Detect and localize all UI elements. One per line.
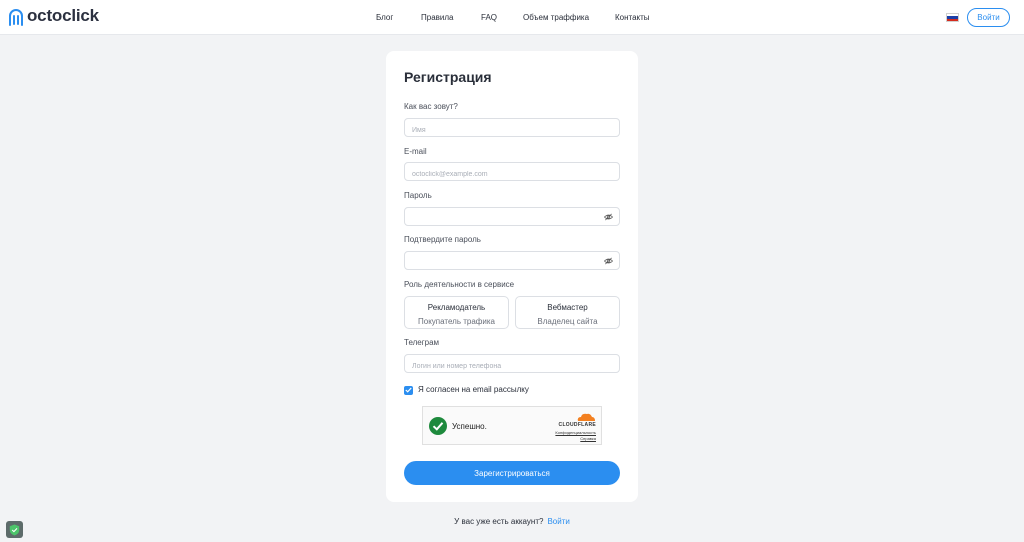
role-advertiser-option[interactable]: Рекламодатель Покупатель трафика <box>404 296 509 329</box>
eye-off-icon[interactable] <box>604 257 613 265</box>
nav-link-rules[interactable]: Правила <box>421 12 481 24</box>
newsletter-option: Я согласен на email рассылку <box>404 385 529 395</box>
cloudflare-brand: CLOUDFLARE <box>558 422 596 428</box>
shield-icon[interactable] <box>6 521 23 538</box>
password-field-wrapper <box>404 207 620 228</box>
telegram-field[interactable] <box>405 358 619 375</box>
nav-link-blog[interactable]: Блог <box>376 12 421 24</box>
logo-icon <box>9 9 23 26</box>
role-webmaster-option[interactable]: Вебмастер Владелец сайта <box>515 296 620 329</box>
captcha-status: Успешно. <box>452 422 487 431</box>
password-field[interactable] <box>405 211 619 228</box>
password-label: Пароль <box>404 191 432 200</box>
captcha-help-link[interactable]: Справка <box>580 436 596 441</box>
success-check-icon <box>429 417 447 435</box>
nav-link-faq[interactable]: FAQ <box>481 12 523 24</box>
email-field-wrapper <box>404 162 620 183</box>
cloudflare-icon <box>577 413 595 421</box>
name-field[interactable] <box>405 122 619 139</box>
role-subtitle: Владелец сайта <box>537 317 598 326</box>
role-title: Вебмастер <box>547 303 588 312</box>
confirm-password-field[interactable] <box>405 255 619 272</box>
page-title: Регистрация <box>404 69 492 85</box>
nav-link-contacts[interactable]: Контакты <box>615 12 650 24</box>
checkmark-icon <box>405 387 412 393</box>
top-bar: octoclick Блог Правила FAQ Объем траффик… <box>0 0 1024 35</box>
main-nav: Блог Правила FAQ Объем траффика Контакты <box>376 12 650 24</box>
captcha-widget: Успешно. CLOUDFLARE Конфиденциальность С… <box>422 406 602 445</box>
telegram-field-wrapper <box>404 354 620 375</box>
newsletter-checkbox[interactable] <box>404 385 413 395</box>
email-label: E-mail <box>404 147 427 156</box>
newsletter-label: Я согласен на email рассылку <box>418 385 529 394</box>
name-label: Как вас зовут? <box>404 102 458 111</box>
confirm-password-field-wrapper <box>404 251 620 272</box>
login-link[interactable]: Войти <box>547 517 569 526</box>
telegram-label: Телеграм <box>404 338 440 347</box>
email-field[interactable] <box>405 166 619 183</box>
captcha-privacy-link[interactable]: Конфиденциальность <box>555 430 596 435</box>
confirm-password-label: Подтвердите пароль <box>404 235 481 244</box>
register-button[interactable]: Зарегистрироваться <box>404 461 620 485</box>
login-button[interactable]: Войти <box>967 8 1010 27</box>
role-subtitle: Покупатель трафика <box>418 317 495 326</box>
nav-link-traffic[interactable]: Объем траффика <box>523 12 615 24</box>
russia-flag-icon[interactable] <box>946 13 959 22</box>
login-prompt-text: У вас уже есть аккаунт? <box>454 517 544 526</box>
role-title: Рекламодатель <box>427 303 486 312</box>
eye-off-icon[interactable] <box>604 213 613 221</box>
registration-card: Регистрация Как вас зовут? E-mail Пароль… <box>386 51 638 502</box>
logo-text: octoclick <box>27 6 99 25</box>
name-field-wrapper <box>404 118 620 139</box>
role-label: Роль деятельности в сервисе <box>404 280 515 289</box>
login-prompt: У вас уже есть аккаунт? Войти <box>0 517 1024 527</box>
logo[interactable]: octoclick <box>8 6 99 26</box>
